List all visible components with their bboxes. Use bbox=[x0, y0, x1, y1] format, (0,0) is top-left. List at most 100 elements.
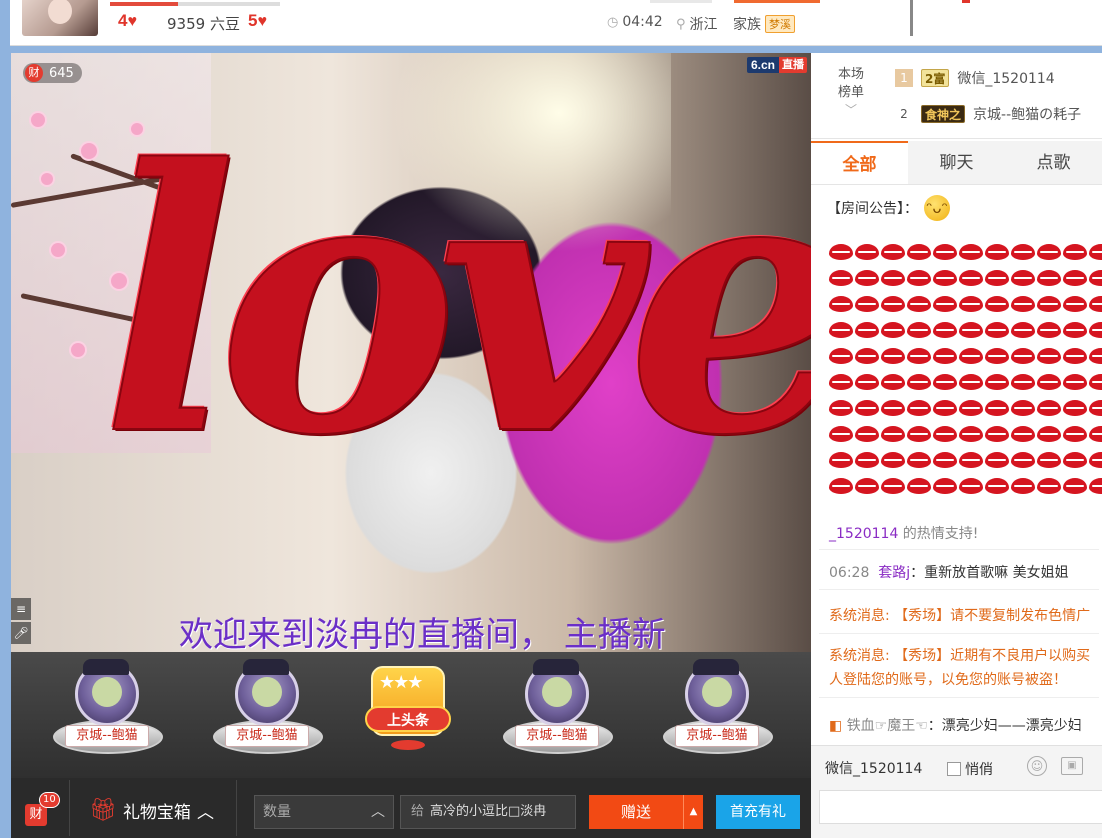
lips-icon bbox=[1089, 244, 1102, 260]
gift-slot-name: 京城--鲍猫 bbox=[515, 725, 599, 747]
list-icon[interactable]: ≡ bbox=[11, 598, 31, 620]
top-marker bbox=[962, 0, 970, 3]
lips-icon bbox=[1089, 478, 1102, 494]
divider bbox=[819, 633, 1099, 634]
ranking-row[interactable]: 1 2富 微信_1520114 bbox=[895, 65, 1055, 91]
lips-icon bbox=[933, 374, 957, 390]
ranking-panel: 本场榜单 ﹀ 1 2富 微信_1520114 2 食神之 京城--鲍猫の耗子 bbox=[811, 53, 1102, 139]
chat-message: ◧ 铁血☞魔王☜：漂亮少妇——漂亮少妇 bbox=[829, 718, 1082, 734]
gift-slot[interactable]: 京城--鲍猫 bbox=[45, 659, 165, 762]
lips-icon bbox=[933, 270, 957, 286]
support-message: _1520114 的热情支持! bbox=[829, 526, 979, 542]
recipient-select[interactable]: 给高冷的小逗比□淡冉 bbox=[400, 795, 576, 829]
tab-chat[interactable]: 聊天 bbox=[908, 141, 1005, 184]
chat-input-bar: 微信_1520114 悄俏 ☺ ▣ bbox=[811, 745, 1102, 838]
love-gift-effect: love bbox=[100, 91, 811, 514]
lips-icon bbox=[933, 400, 957, 416]
lips-icon bbox=[1011, 270, 1035, 286]
headline-button[interactable]: ★★★ 上头条 bbox=[365, 666, 451, 752]
system-message: 系统消息: 【秀场】请不要复制发布色情广 bbox=[829, 608, 1091, 624]
tab-song-request[interactable]: 点歌 bbox=[1005, 141, 1102, 184]
headline-label: 上头条 bbox=[365, 706, 451, 732]
microphone-icon[interactable]: 🎤︎ bbox=[11, 622, 31, 644]
lips-icon bbox=[881, 452, 905, 468]
wealth-counter[interactable]: 财 645 bbox=[23, 63, 82, 83]
lips-icon bbox=[1037, 348, 1061, 364]
live-duration: ◷ 04:42 bbox=[607, 14, 663, 30]
lips-icon bbox=[1089, 426, 1102, 442]
gift-slot[interactable]: 京城--鲍猫 bbox=[205, 659, 325, 762]
send-gift-button[interactable]: 赠送 ▲ bbox=[589, 795, 703, 829]
caret-up-icon[interactable]: ▲ bbox=[683, 795, 703, 829]
lips-icon bbox=[959, 348, 983, 364]
quantity-select[interactable]: 数量 ︿ bbox=[254, 795, 394, 829]
gift-slot-name: 京城--鲍猫 bbox=[225, 725, 309, 747]
lips-icon bbox=[881, 348, 905, 364]
lips-icon bbox=[1063, 322, 1087, 338]
gift-slot[interactable]: 京城--鲍猫 bbox=[655, 659, 775, 762]
lips-icon bbox=[1089, 374, 1102, 390]
lips-icon bbox=[1011, 478, 1035, 494]
lips-icon bbox=[959, 426, 983, 442]
lips-icon bbox=[829, 244, 853, 260]
lips-icon bbox=[1063, 478, 1087, 494]
image-icon[interactable]: ▣ bbox=[1061, 757, 1083, 775]
lips-icon bbox=[959, 478, 983, 494]
gift-box-button[interactable]: 🎁︎ 礼物宝箱 ︿ bbox=[89, 798, 214, 823]
lips-icon bbox=[1037, 322, 1061, 338]
whisper-toggle[interactable]: 悄俏 bbox=[947, 759, 993, 779]
lips-icon bbox=[1037, 426, 1061, 442]
heart-icon: ♥ bbox=[257, 13, 267, 30]
lips-icon bbox=[881, 296, 905, 312]
lips-icon bbox=[855, 348, 879, 364]
chat-feed[interactable]: 【房间公告】： ᵔᴗᵔ _1520114 的热情支持! 06:28 套路j：重新放… bbox=[811, 185, 1102, 745]
gift-icon: 🎁︎ bbox=[89, 798, 117, 823]
whisper-checkbox[interactable] bbox=[947, 762, 961, 776]
lips-icon bbox=[1063, 270, 1087, 286]
lips-icon bbox=[881, 400, 905, 416]
chevron-down-icon[interactable]: ﹀ bbox=[845, 101, 857, 118]
lips-icon bbox=[1011, 348, 1035, 364]
lips-icon bbox=[829, 296, 853, 312]
lips-icon bbox=[933, 322, 957, 338]
lips-icon bbox=[1089, 400, 1102, 416]
lips-icon bbox=[829, 322, 853, 338]
lips-icon bbox=[959, 296, 983, 312]
chevron-up-icon: ︿ bbox=[196, 803, 214, 823]
chat-message: 06:28 套路j：重新放首歌嘛 美女姐姐 bbox=[829, 565, 1069, 581]
lips-icon bbox=[855, 374, 879, 390]
gift-slot-name: 京城--鲍猫 bbox=[675, 725, 759, 747]
blossom bbox=[31, 113, 45, 127]
location-pin-icon: ⚲ bbox=[676, 16, 686, 32]
tab-all[interactable]: 全部 bbox=[811, 141, 908, 184]
ranking-row[interactable]: 2 食神之 京城--鲍猫の耗子 bbox=[895, 101, 1081, 127]
lips-icon bbox=[1037, 478, 1061, 494]
lips-icon bbox=[985, 244, 1009, 260]
lips-icon bbox=[829, 400, 853, 416]
gift-slot[interactable]: 京城--鲍猫 bbox=[495, 659, 615, 762]
first-recharge-button[interactable]: 首充有礼 bbox=[716, 795, 800, 829]
lips-icon bbox=[1037, 452, 1061, 468]
blossom bbox=[71, 343, 85, 357]
lips-icon bbox=[855, 400, 879, 416]
host-avatar[interactable] bbox=[22, 0, 98, 36]
lips-icon bbox=[855, 244, 879, 260]
top-button-right[interactable] bbox=[734, 0, 820, 3]
live-video[interactable]: love 财 645 6.cn 直播 ≡ 🎤︎ 欢迎来到淡冉的直播间， 主播新 bbox=[11, 53, 811, 652]
hamster-avatar-icon bbox=[75, 659, 139, 726]
lips-icon bbox=[985, 426, 1009, 442]
divider bbox=[69, 780, 70, 836]
top-button-left[interactable] bbox=[650, 0, 712, 3]
side-panel: 本场榜单 ﹀ 1 2富 微信_1520114 2 食神之 京城--鲍猫の耗子 全… bbox=[811, 53, 1102, 838]
family-badge: 梦溪 bbox=[765, 15, 795, 33]
lips-icon bbox=[881, 374, 905, 390]
lips-icon bbox=[907, 296, 931, 312]
host-family[interactable]: 家族 梦溪 bbox=[733, 14, 795, 34]
lips-icon bbox=[855, 426, 879, 442]
lips-icon bbox=[907, 322, 931, 338]
emoji-icon[interactable]: ☺ bbox=[1027, 756, 1047, 776]
chat-input[interactable] bbox=[819, 790, 1102, 824]
chat-recipient[interactable]: 微信_1520114 bbox=[825, 758, 922, 778]
divider bbox=[819, 589, 1099, 590]
lips-icon bbox=[1063, 400, 1087, 416]
